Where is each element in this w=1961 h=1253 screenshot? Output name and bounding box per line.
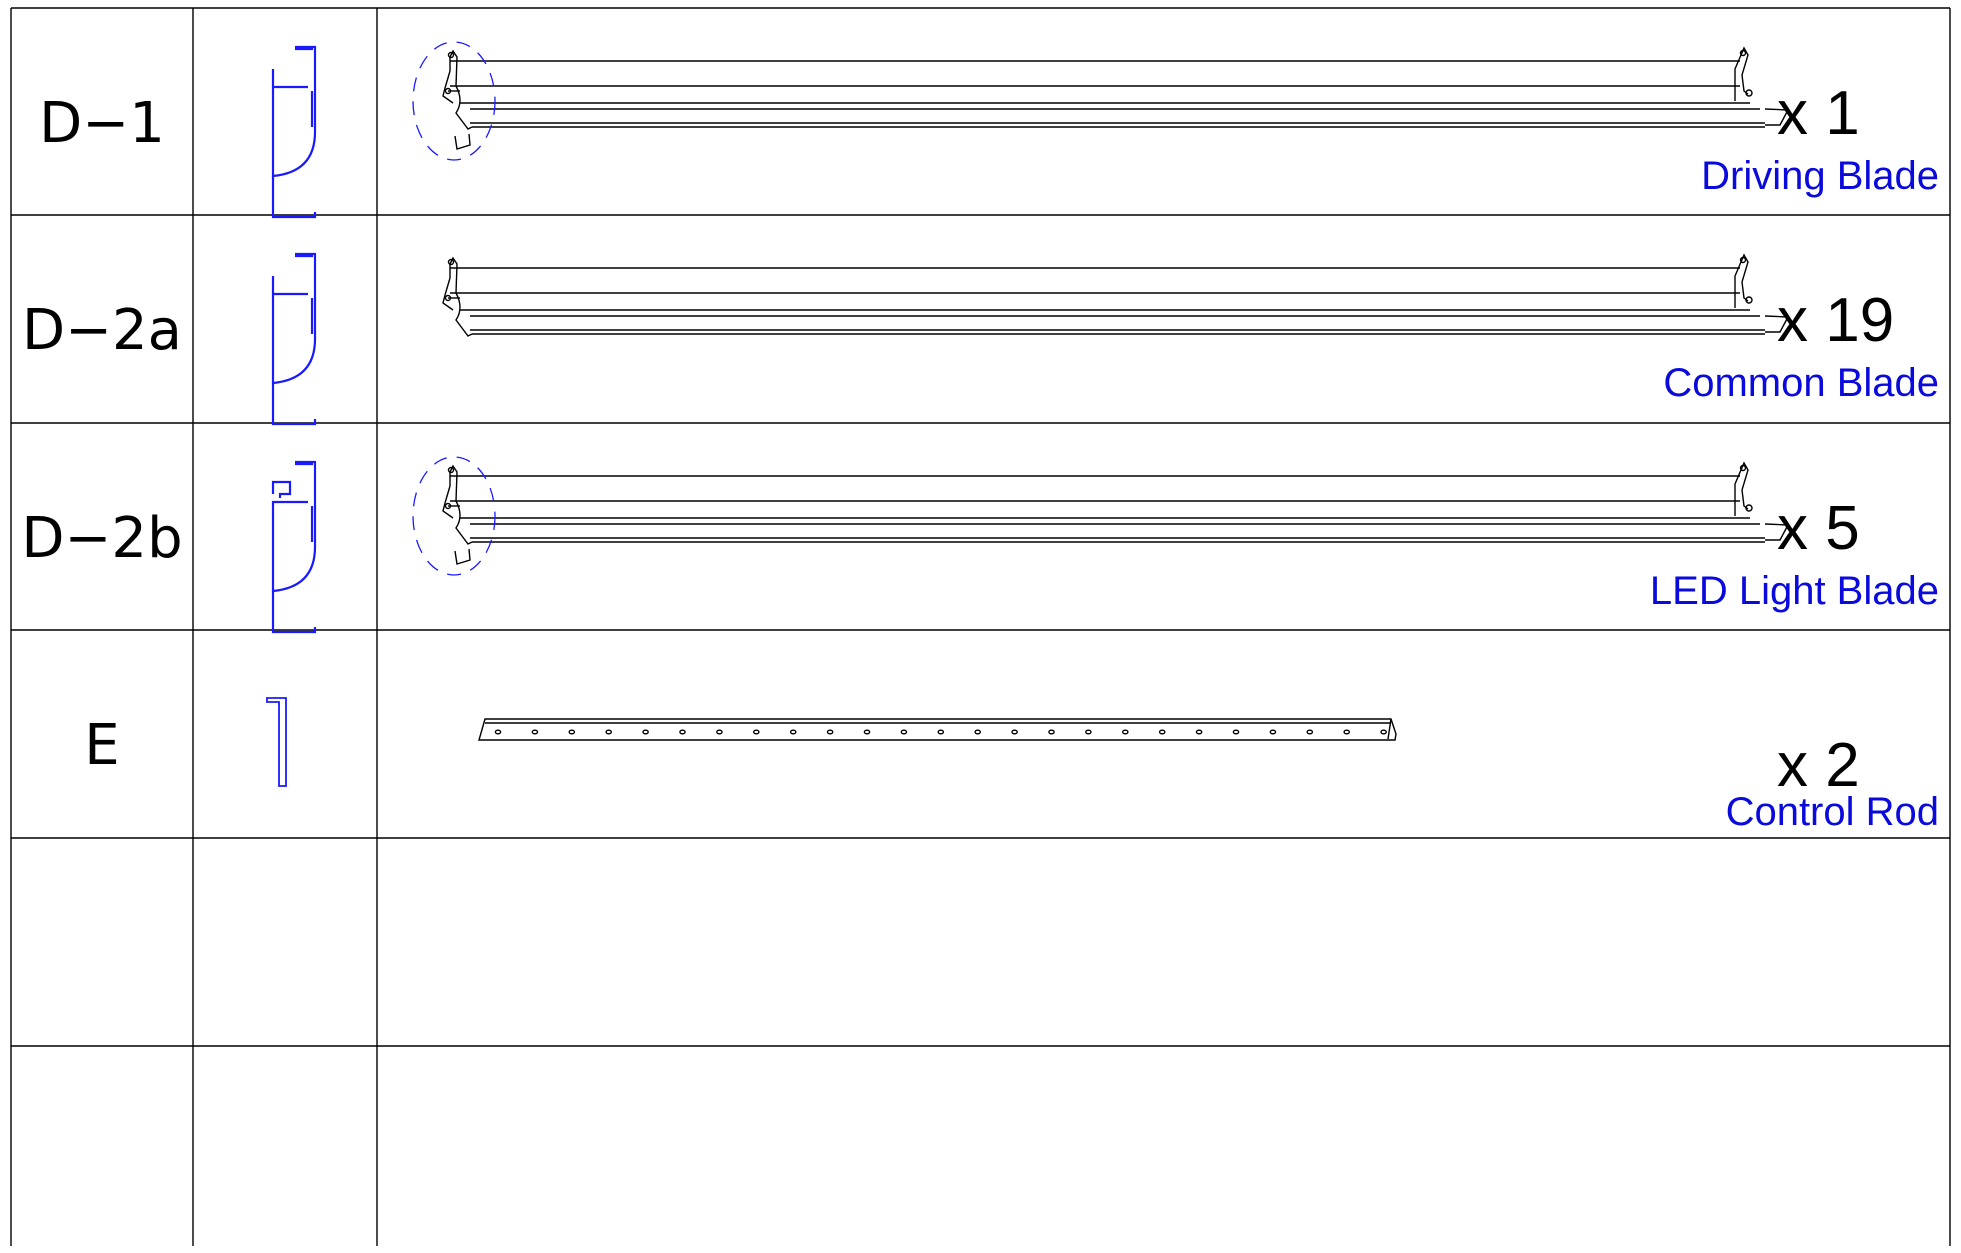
table-row: Ex 2 Control Rod (0, 630, 1961, 837)
part-description: Common Blade (1663, 361, 1939, 405)
part-quantity: x 5 (1777, 494, 1860, 563)
table-row (0, 838, 1961, 1045)
table-row: D−1 x 1 Driving Blade (0, 8, 1961, 215)
part-code: E (84, 713, 120, 778)
parts-list-sheet: D−1 x 1 Driving Blade D−2a x 19 Common Blade D… (0, 0, 1961, 1246)
table-row: D−2a x 19 Common Blade (0, 215, 1961, 422)
part-description: Driving Blade (1701, 154, 1939, 198)
part-description: LED Light Blade (1649, 569, 1939, 613)
table-row (0, 1046, 1961, 1253)
part-description: Control Rod (1725, 790, 1939, 834)
part-quantity: x 2 (1777, 731, 1860, 800)
part-quantity: x 1 (1777, 79, 1860, 148)
part-quantity: x 19 (1777, 286, 1895, 355)
table-row: D−2b x 5 LED Light Blade (0, 423, 1961, 630)
part-code: D−2a (22, 298, 182, 363)
part-code: D−1 (39, 91, 165, 156)
part-code: D−2b (21, 506, 183, 571)
